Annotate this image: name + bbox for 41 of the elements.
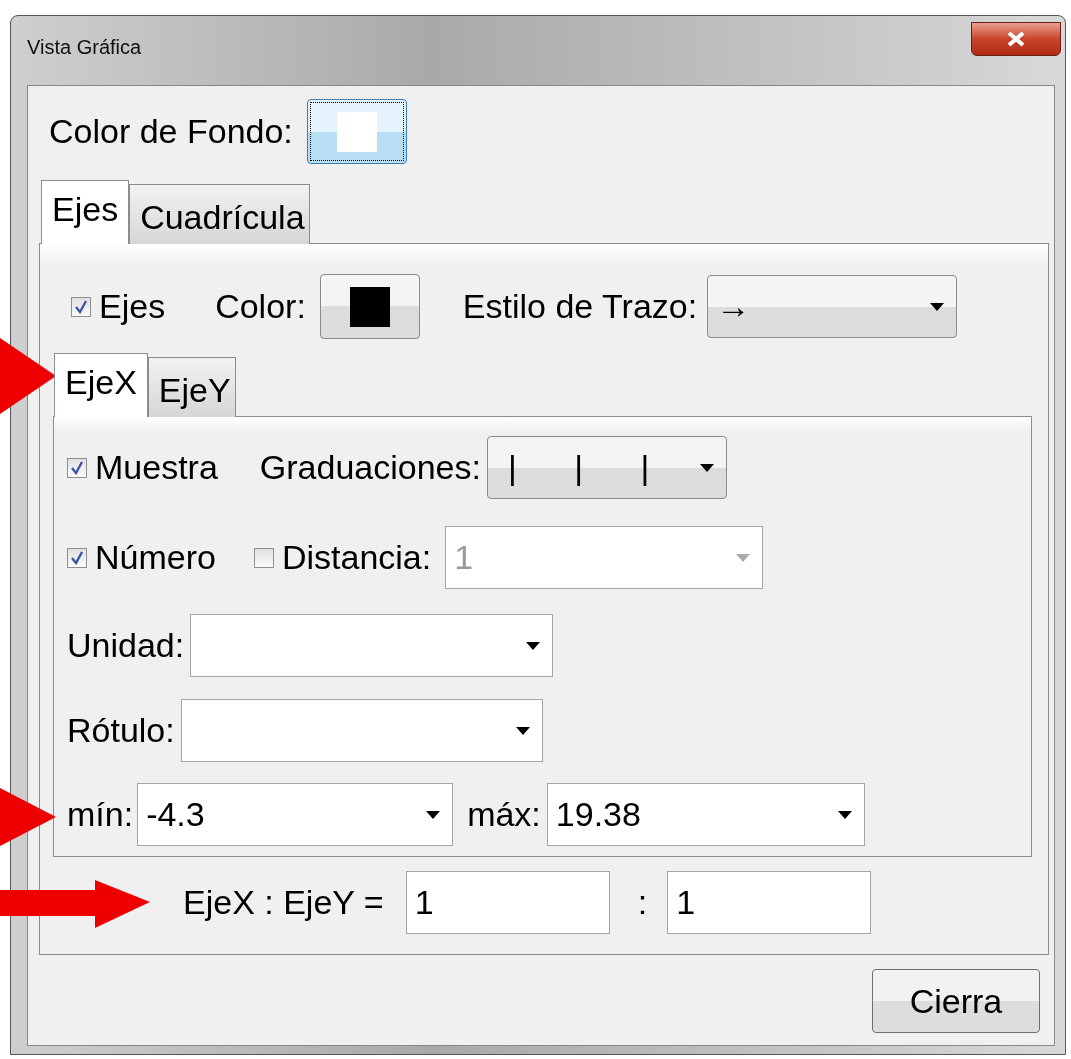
caret-icon [515,726,530,735]
checkbox-label: Ejes [99,287,166,326]
close-button[interactable] [971,22,1061,56]
color-button[interactable] [319,274,420,339]
caret-icon [930,302,945,311]
field-label: máx: [467,795,541,834]
caret-icon [736,553,751,562]
tab[interactable]: EjeX [54,353,148,417]
checkbox-label: Número [95,538,216,577]
dropdown[interactable]: -4.3 [137,783,454,846]
field-label: Color: [215,287,306,326]
caret-icon [699,463,714,472]
dropdown[interactable]: 19.38 [546,783,865,846]
field-label: Graduaciones: [259,448,481,487]
checkbox[interactable] [67,547,87,568]
color-button[interactable] [306,99,407,164]
dropdown[interactable]: | | | [486,436,727,499]
field-label: EjeX : EjeY = [183,883,384,922]
field-label: Estilo de Trazo: [462,287,698,326]
window-title: Vista Gráfica [27,36,142,59]
pointer-arrow [0,788,56,846]
field-label: mín: [67,795,134,834]
tab[interactable]: Ejes [41,180,130,244]
tab[interactable]: Cuadrícula [129,184,310,244]
caret-icon [837,810,852,819]
dropdown[interactable]: → [707,275,958,338]
caret-icon [526,641,541,650]
input-field[interactable]: 1 [405,871,610,934]
input-field[interactable]: 1 [667,871,872,934]
close-icon [1006,31,1026,47]
checkbox-label: Muestra [95,448,218,487]
field-label: Color de Fondo: [49,112,293,151]
field-label: Unidad: [67,626,185,665]
checkbox-label: Distancia: [281,538,432,577]
dialog-button[interactable]: Cierra [872,969,1040,1033]
checkbox[interactable] [67,457,87,478]
field-label: Rótulo: [67,711,175,750]
tab[interactable]: EjeY [147,357,236,417]
separator-label: : [637,883,648,922]
caret-icon [426,810,441,819]
checkbox[interactable] [71,296,91,317]
